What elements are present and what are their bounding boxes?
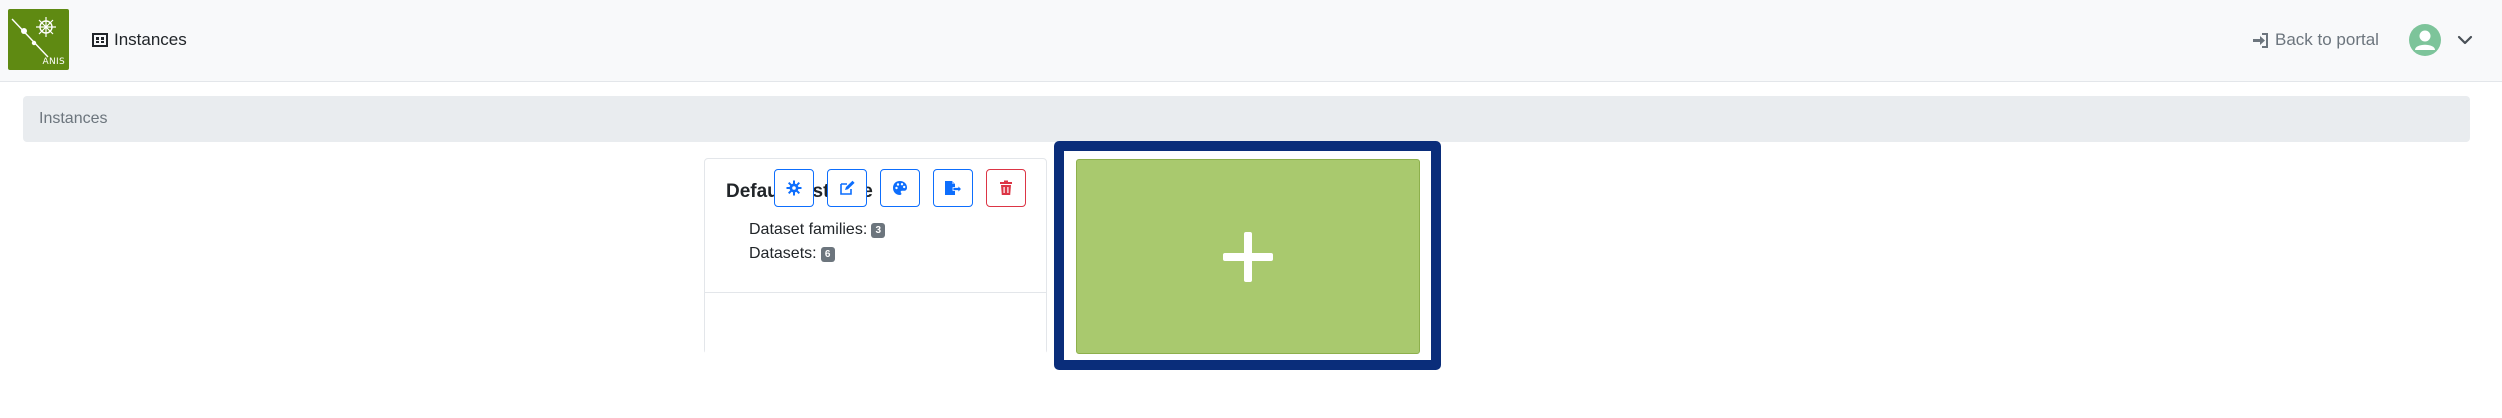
dataset-families-badge: 3 [871, 222, 886, 238]
add-instance-button[interactable] [1076, 159, 1420, 354]
instance-stats: Dataset families: 3 Datasets: 6 [749, 218, 886, 266]
logo-text: ANIS [42, 57, 65, 67]
palette-icon [893, 181, 907, 195]
datasets-row: Datasets: 6 [749, 242, 885, 266]
dataset-families-label: Dataset families: [749, 221, 868, 238]
nav-brand-label: Instances [114, 30, 187, 49]
breadcrumb-current: Instances [39, 110, 108, 127]
datasets-label: Datasets: [749, 245, 817, 262]
sign-in-icon [2253, 32, 2268, 48]
breadcrumb: Instances [23, 96, 2470, 142]
chevron-down-icon[interactable] [2455, 30, 2475, 50]
dataset-families-row: Dataset families: 3 [749, 218, 886, 242]
user-avatar-icon[interactable] [2409, 24, 2441, 56]
top-navbar: ANIS Instances Back to portal [0, 0, 2502, 82]
instance-export-button[interactable] [933, 169, 973, 207]
settings-icon [786, 180, 802, 196]
instance-edit-button[interactable] [827, 169, 867, 207]
instance-design-button[interactable] [880, 169, 920, 207]
instance-delete-button[interactable] [986, 169, 1026, 207]
trash-icon [1000, 180, 1012, 195]
export-icon [945, 181, 962, 195]
anis-logo[interactable]: ANIS [8, 9, 69, 70]
back-to-portal-label: Back to portal [2275, 30, 2379, 49]
datasets-badge: 6 [820, 246, 835, 262]
instances-icon [92, 33, 108, 47]
back-to-portal-link[interactable]: Back to portal [2252, 27, 2379, 53]
edit-icon [839, 180, 855, 195]
nav-brand-instances[interactable]: Instances [92, 27, 187, 53]
instance-card-footer [705, 292, 1046, 354]
plus-icon [1223, 231, 1273, 282]
instance-settings-button[interactable] [774, 169, 814, 207]
